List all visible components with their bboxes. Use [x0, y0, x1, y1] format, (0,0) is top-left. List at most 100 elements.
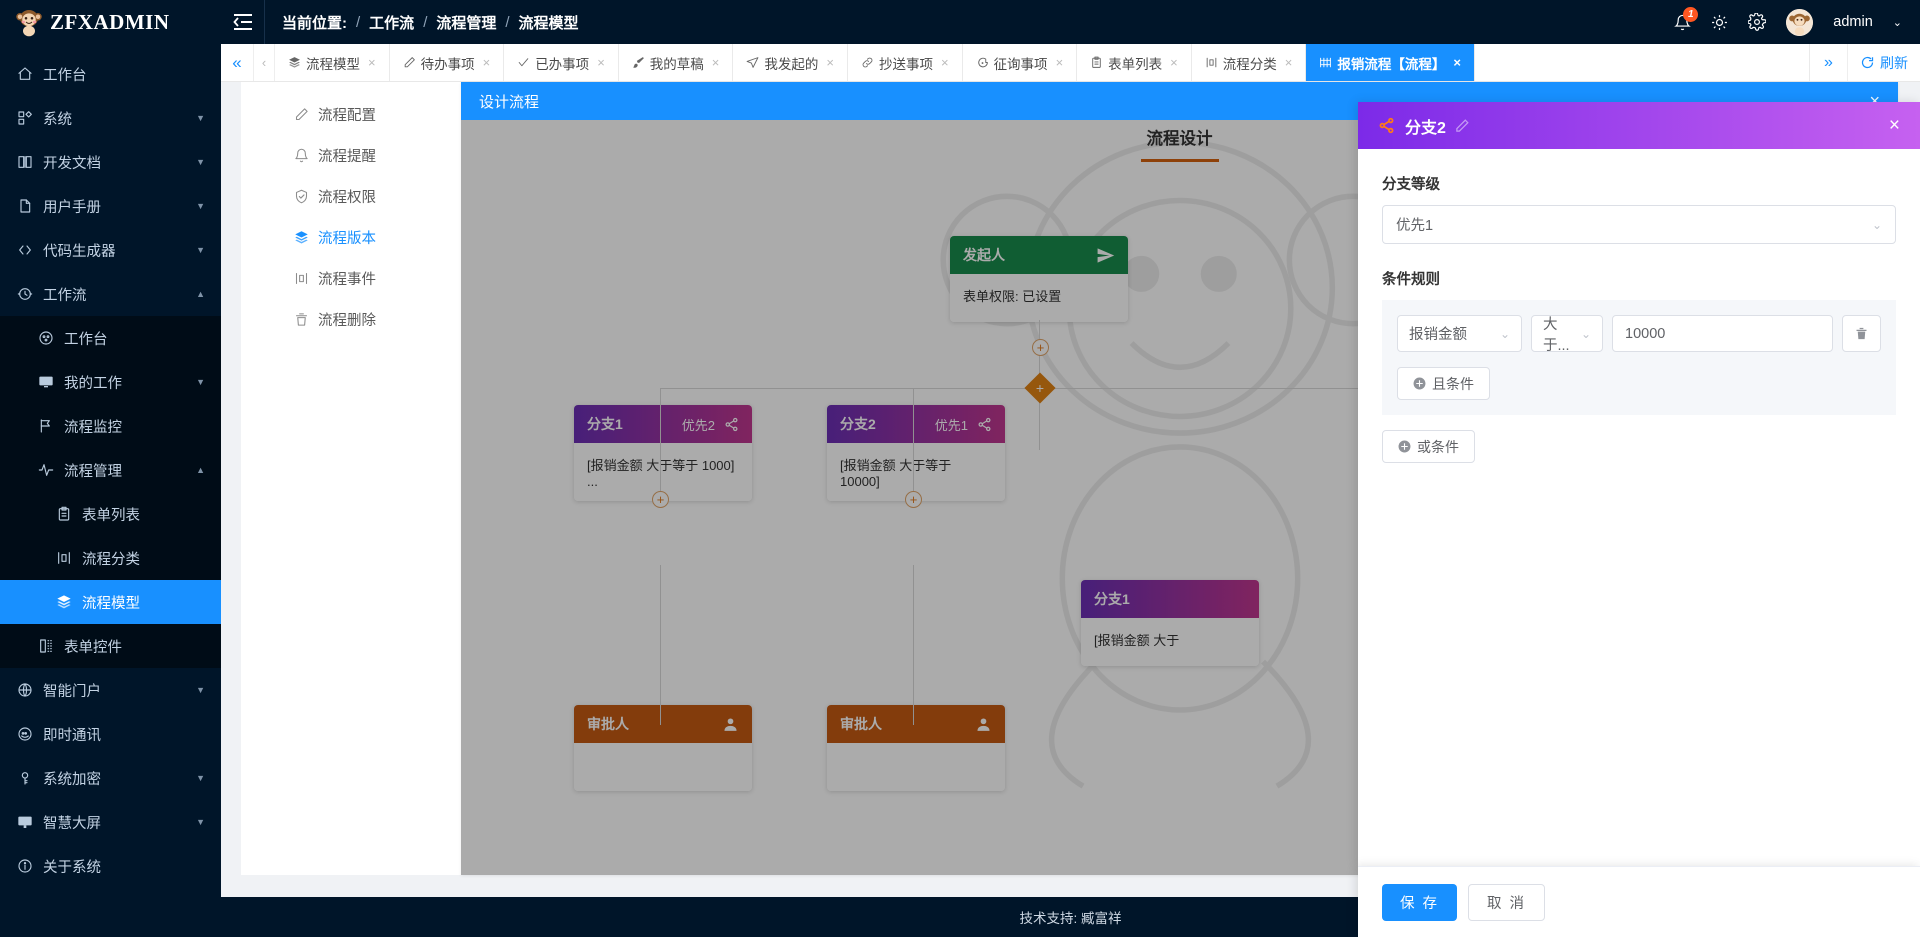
chevron-up-icon[interactable]: ▲ — [196, 289, 205, 299]
condition-field-select[interactable]: 报销金额 ⌄ — [1397, 315, 1522, 352]
avatar[interactable] — [1786, 8, 1814, 36]
node-start[interactable]: 发起人 表单权限: 已设置 — [950, 236, 1128, 322]
settings-gear-icon[interactable] — [1748, 13, 1767, 31]
sidebar-item-8[interactable]: 流程监控 — [0, 404, 221, 448]
tab-close-icon[interactable]: × — [368, 55, 376, 70]
tabs-collapse-icon[interactable]: « — [221, 44, 253, 81]
sidebar-item-label: 关于系统 — [43, 859, 101, 876]
tab-9[interactable]: 报销流程【流程】 × — [1306, 44, 1475, 81]
sidebar-item-6[interactable]: 工作台 — [0, 316, 221, 360]
panel-close-icon[interactable]: × — [1889, 115, 1900, 137]
sidebar-item-10[interactable]: 表单列表 — [0, 492, 221, 536]
user-chevron-down-icon[interactable]: ⌄ — [1893, 16, 1902, 29]
process-menu-item-1[interactable]: 流程提醒 — [241, 135, 461, 176]
edit-pencil-icon[interactable] — [1455, 118, 1470, 133]
tab-3[interactable]: 我的草稿 × — [619, 44, 734, 81]
process-menu-item-5[interactable]: 流程删除 — [241, 299, 461, 340]
process-menu-item-2[interactable]: 流程权限 — [241, 176, 461, 217]
chevron-down-icon: ⌄ — [1580, 326, 1591, 341]
tab-close-icon[interactable]: × — [1170, 55, 1178, 70]
sidebar-item-11[interactable]: 流程分类 — [0, 536, 221, 580]
brand-logo[interactable]: ZFXADMIN — [0, 0, 221, 44]
sidebar-item-7[interactable]: 我的工作 ▼ — [0, 360, 221, 404]
sidebar-item-17[interactable]: 智慧大屏 ▼ — [0, 800, 221, 844]
chevron-down-icon[interactable]: ▼ — [196, 773, 205, 783]
chevron-down-icon[interactable]: ▼ — [196, 201, 205, 211]
sidebar-item-3[interactable]: 用户手册 ▼ — [0, 184, 221, 228]
chevron-up-icon[interactable]: ▲ — [196, 465, 205, 475]
process-menu-item-4[interactable]: 流程事件 — [241, 258, 461, 299]
chevron-down-icon[interactable]: ▼ — [196, 157, 205, 167]
breadcrumb-item-2[interactable]: 流程模型 — [519, 12, 579, 33]
sidebar-item-16[interactable]: 系统加密 ▼ — [0, 756, 221, 800]
add-or-condition-button[interactable]: 或条件 — [1382, 430, 1475, 463]
node-branch-1[interactable]: 分支1 优先2 [报销金额 大于等于 1000] ... — [574, 405, 752, 501]
tab-close-icon[interactable]: × — [1056, 55, 1064, 70]
process-menu-item-0[interactable]: 流程配置 — [241, 94, 461, 135]
tab-close-icon[interactable]: × — [597, 55, 605, 70]
chevron-down-icon[interactable]: ▼ — [196, 113, 205, 123]
clipboard-icon — [56, 506, 76, 522]
tab-7[interactable]: 表单列表 × — [1077, 44, 1192, 81]
delete-condition-button[interactable] — [1842, 315, 1881, 352]
sidebar-item-2[interactable]: 开发文档 ▼ — [0, 140, 221, 184]
add-branch-button[interactable]: + — [1024, 372, 1056, 404]
sidebar-item-13[interactable]: 表单控件 — [0, 624, 221, 668]
tab-close-icon[interactable]: × — [941, 55, 949, 70]
add-node-button[interactable]: + — [905, 491, 922, 508]
node-branch-3[interactable]: 分支1 [报销金额 大于 — [1081, 580, 1259, 666]
sidebar-item-4[interactable]: 代码生成器 ▼ — [0, 228, 221, 272]
sidebar-item-1[interactable]: 系统 ▼ — [0, 96, 221, 140]
process-menu-item-3[interactable]: 流程版本 — [241, 217, 461, 258]
sidebar-item-12[interactable]: 流程模型 — [0, 580, 221, 624]
add-and-condition-button[interactable]: 且条件 — [1397, 367, 1490, 400]
condition-value-input[interactable]: 10000 — [1612, 315, 1833, 352]
notification-bell-icon[interactable]: 1 — [1674, 6, 1699, 31]
node-approver-2-body — [827, 743, 1005, 791]
node-start-title: 发起人 — [963, 247, 1005, 263]
sidebar-item-18[interactable]: 关于系统 — [0, 844, 221, 888]
breadcrumb-item-0[interactable]: 工作流 — [369, 12, 414, 33]
tab-4[interactable]: 我发起的 × — [733, 44, 848, 81]
condition-operator-select[interactable]: 大于... ⌄ — [1531, 315, 1603, 354]
node-branch-2[interactable]: 分支2 优先1 [报销金额 大于等于 10000] — [827, 405, 1005, 501]
cancel-button[interactable]: 取 消 — [1468, 883, 1546, 921]
tabs-scroll-right-icon[interactable]: » — [1810, 44, 1848, 81]
refresh-button[interactable]: 刷新 — [1848, 44, 1920, 81]
sidebar-collapse-button[interactable] — [221, 0, 265, 44]
sidebar-item-9[interactable]: 流程管理 ▲ — [0, 448, 221, 492]
sidebar-item-15[interactable]: 即时通讯 — [0, 712, 221, 756]
tab-close-icon[interactable]: × — [483, 55, 491, 70]
add-node-button[interactable]: + — [652, 491, 669, 508]
tab-1[interactable]: 待办事项 × — [390, 44, 505, 81]
chevron-down-icon[interactable]: ▼ — [196, 245, 205, 255]
username-label[interactable]: admin — [1833, 14, 1873, 30]
chevron-down-icon[interactable]: ▼ — [196, 817, 205, 827]
tab-0[interactable]: 流程模型 × — [275, 44, 390, 81]
branch-level-select[interactable]: 优先1 ⌄ — [1382, 205, 1896, 244]
tab-8[interactable]: 流程分类 × — [1192, 44, 1307, 81]
theme-brightness-icon[interactable] — [1711, 14, 1728, 31]
tab-bar: « ‹ 流程模型 × 待办事项 × 已办事项 × 我的草稿 × 我发起的 × 抄送事项 × 征询事项 × 表… — [221, 44, 1920, 82]
tabs-scroll-left-icon[interactable]: ‹ — [253, 44, 275, 81]
tab-close-icon[interactable]: × — [1285, 55, 1293, 70]
tab-close-icon[interactable]: × — [712, 55, 720, 70]
tab-close-icon[interactable]: × — [826, 55, 834, 70]
tab-flow-design[interactable]: 流程设计 — [1140, 125, 1219, 162]
chevron-down-icon[interactable]: ▼ — [196, 377, 205, 387]
save-button[interactable]: 保 存 — [1382, 883, 1458, 921]
sidebar-item-14[interactable]: 智能门户 ▼ — [0, 668, 221, 712]
breadcrumb-item-1[interactable]: 流程管理 — [436, 12, 496, 33]
chevron-down-icon[interactable]: ▼ — [196, 685, 205, 695]
add-node-button[interactable]: + — [1032, 339, 1049, 356]
tab-5[interactable]: 抄送事项 × — [848, 44, 963, 81]
node-approver-1[interactable]: 审批人 — [574, 705, 752, 791]
tab-6[interactable]: 征询事项 × — [963, 44, 1078, 81]
sidebar-item-5[interactable]: 工作流 ▲ — [0, 272, 221, 316]
tab-close-icon[interactable]: × — [1453, 55, 1461, 70]
sidebar-item-0[interactable]: 工作台 — [0, 52, 221, 96]
sidebar-item-label: 即时通讯 — [43, 727, 101, 744]
screen-icon — [17, 814, 37, 830]
node-approver-2[interactable]: 审批人 — [827, 705, 1005, 791]
tab-2[interactable]: 已办事项 × — [504, 44, 619, 81]
